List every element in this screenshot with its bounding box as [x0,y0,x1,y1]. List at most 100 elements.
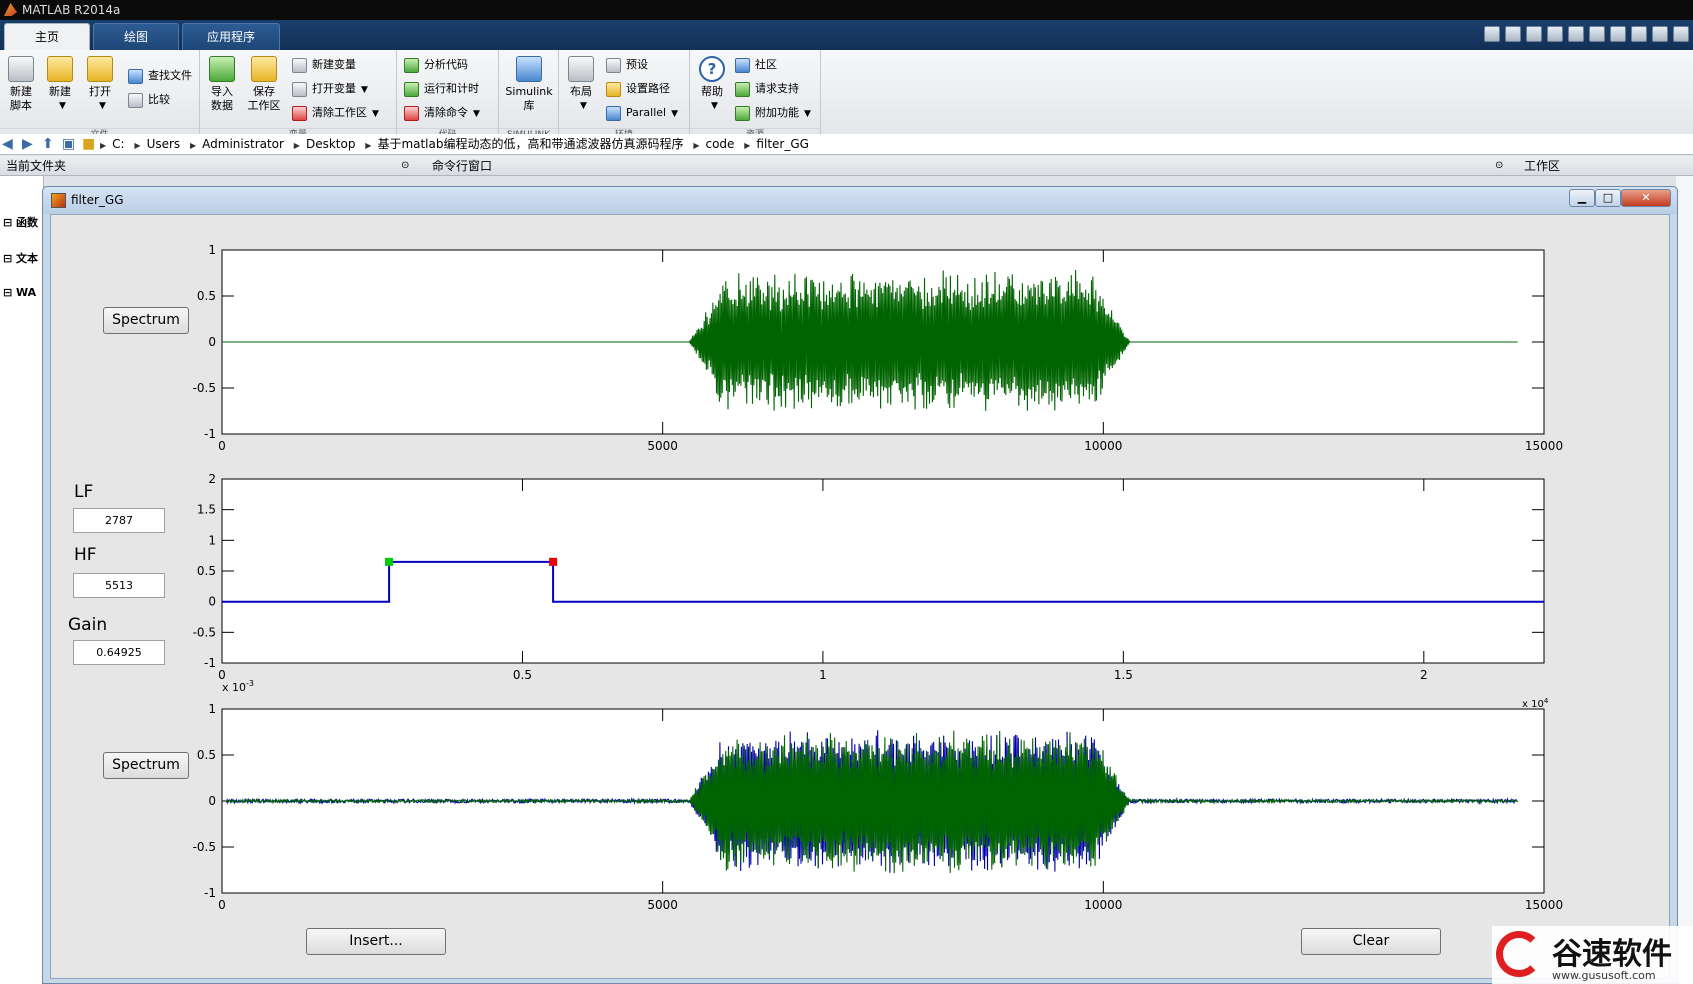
tree-item[interactable]: ⊟ 文本 [3,250,38,266]
tree-item[interactable]: ⊟ 函数 [3,214,38,230]
clear-button[interactable]: Clear [1301,928,1441,955]
chevron-down-icon: ▼ [580,101,587,111]
breadcrumb-item[interactable]: Desktop [306,137,356,151]
save-workspace-button[interactable]: 保存 工作区 [246,56,282,113]
new-button[interactable]: 新建 ▼ [42,56,78,113]
set-path-button[interactable]: 设置路径 [606,79,670,99]
find-files-button[interactable]: 查找文件 [128,66,192,86]
x-tick-label: 5000 [647,898,678,912]
cutoff-handle[interactable] [549,557,558,566]
chevron-down-icon: ▼ [59,101,66,111]
panel-menu-icon[interactable]: ⊙ [1495,156,1503,176]
breadcrumb-item[interactable]: Users [147,137,181,151]
chevron-down-icon: ▼ [804,109,811,119]
doc-icon[interactable] [1484,26,1500,42]
save-icon[interactable] [1505,26,1521,42]
run-and-time-button[interactable]: 运行和计时 [404,79,479,99]
forward-icon[interactable]: ▶ [22,137,38,151]
clear-workspace-button[interactable]: 清除工作区 ▼ [292,103,379,123]
help-button[interactable]: ? 帮助 ▼ [694,56,730,113]
chevron-down-icon: ▼ [711,101,718,111]
breadcrumb-item[interactable]: code [705,137,734,151]
back-icon[interactable]: ◀ [2,137,18,151]
tab-apps[interactable]: 应用程序 [182,23,280,50]
ribbon: 新建 脚本 新建▼ 打开▼ 查找文件 比较 文件 导入 数据 保存 工作区 新建… [0,50,1693,142]
tab-plots[interactable]: 绘图 [93,23,179,50]
new-script-button[interactable]: 新建 脚本 [3,56,39,113]
panel-menu-icon[interactable]: ⊙ [401,156,409,176]
paste-icon[interactable] [1568,26,1584,42]
output-signal-axes[interactable]: -1 -0.5 0 0.5 1 0 5000 10000 15000 x 104 [193,697,1693,937]
request-support-button[interactable]: 请求支持 [735,79,799,99]
import-data-button[interactable]: 导入 数据 [204,56,240,113]
ribbon-tab-bar: 主页 绘图 应用程序 [0,20,1693,50]
spectrum-button-top[interactable]: Spectrum [103,307,189,334]
open-button[interactable]: 打开 ▼ [82,56,118,113]
new-variable-icon [292,58,307,73]
layout-button[interactable]: 布局 ▼ [563,56,599,113]
plus-icon [47,56,73,82]
maximize-button[interactable]: □ [1595,189,1621,207]
y-tick-label: 0.5 [197,289,216,303]
restore-icon[interactable] [1652,26,1668,42]
redo-icon[interactable] [1610,26,1626,42]
help-icon: ? [699,56,725,82]
compare-button[interactable]: 比较 [128,90,170,110]
y-tick-label: 0.5 [197,564,216,578]
preferences-button[interactable]: 预设 [606,55,648,75]
cutoff-handle[interactable] [385,557,394,566]
help-search-icon[interactable] [1673,26,1689,42]
chevron-down-icon: ▼ [372,109,379,119]
tab-home[interactable]: 主页 [4,23,90,50]
y-tick-label: 1 [208,533,216,547]
parallel-button[interactable]: Parallel ▼ [606,103,678,123]
breadcrumb-item[interactable]: filter_GG [756,137,809,151]
open-variable-button[interactable]: 打开变量 ▼ [292,79,368,99]
x-tick-label: 0 [218,898,226,912]
figure-window: filter_GG ▁ □ ✕ Spectrum LF 2787 HF 5513… [42,186,1678,984]
current-folder-title: 当前文件夹 [6,159,67,173]
spectrum-button-bottom[interactable]: Spectrum [103,752,189,779]
y-tick-label: 1 [208,702,216,716]
watermark-logo-icon [1496,931,1542,977]
browse-icon[interactable]: ▣ [62,137,78,151]
x-tick-label: 1 [819,668,827,682]
add-ons-button[interactable]: 附加功能 ▼ [735,103,811,123]
analyze-code-button[interactable]: 分析代码 [404,55,468,75]
gain-input[interactable]: 0.64925 [73,640,165,665]
folder-icon[interactable]: ■ [82,137,98,151]
minimize-button[interactable]: ▁ [1569,189,1595,207]
switch-windows-icon[interactable] [1631,26,1647,42]
clear-commands-button[interactable]: 清除命令 ▼ [404,103,480,123]
x-exponent-label: x 10-3 [222,679,254,694]
run-and-time-icon [404,82,419,97]
breadcrumb-item[interactable]: Administrator [202,137,284,151]
close-button[interactable]: ✕ [1621,189,1671,207]
breadcrumb: ▶ C: ▶ Users ▶ Administrator ▶ Desktop ▶ 基于ma… [100,137,809,151]
lf-label: LF [74,482,94,502]
minimize-icon: ▁ [1577,191,1587,204]
hf-input[interactable]: 5513 [73,573,165,598]
input-signal-axes[interactable]: -1 -0.5 0 0.5 1 0 5000 10000 15000 [193,243,1693,478]
folder-icon [87,56,113,82]
undo-icon[interactable] [1589,26,1605,42]
new-variable-button[interactable]: 新建变量 [292,55,356,75]
filter-response-axes[interactable]: -1 -0.5 0 0.5 1 1.5 2 0 0.5 1 1.5 2 x 10-3 [193,472,1693,707]
breadcrumb-item[interactable]: 基于matlab编程动态的低，高和带通滤波器仿真源码程序 [377,137,683,151]
ribbon-group-simulink: Simulink 库 SIMULINK [499,50,559,142]
clear-commands-icon [404,106,419,121]
simulink-library-button[interactable]: Simulink 库 [503,56,555,113]
watermark: 谷速软件 www.gususoft.com [1492,926,1693,984]
save-workspace-icon [251,56,277,82]
cut-icon[interactable] [1526,26,1542,42]
chevron-down-icon: ▼ [361,85,368,95]
copy-icon[interactable] [1547,26,1563,42]
up-folder-icon[interactable]: ⬆ [42,137,58,151]
breadcrumb-item[interactable]: C: [112,137,124,151]
plot-area [221,478,1545,664]
matlab-window: MATLAB R2014a 主页 绘图 应用程序 新建 脚本 新建 ▼ 打开 ▼ 查… [0,0,1693,984]
tree-item[interactable]: ⊟ WA [3,286,36,299]
community-button[interactable]: 社区 [735,55,777,75]
insert-button[interactable]: Insert... [306,928,446,955]
lf-input[interactable]: 2787 [73,508,165,533]
